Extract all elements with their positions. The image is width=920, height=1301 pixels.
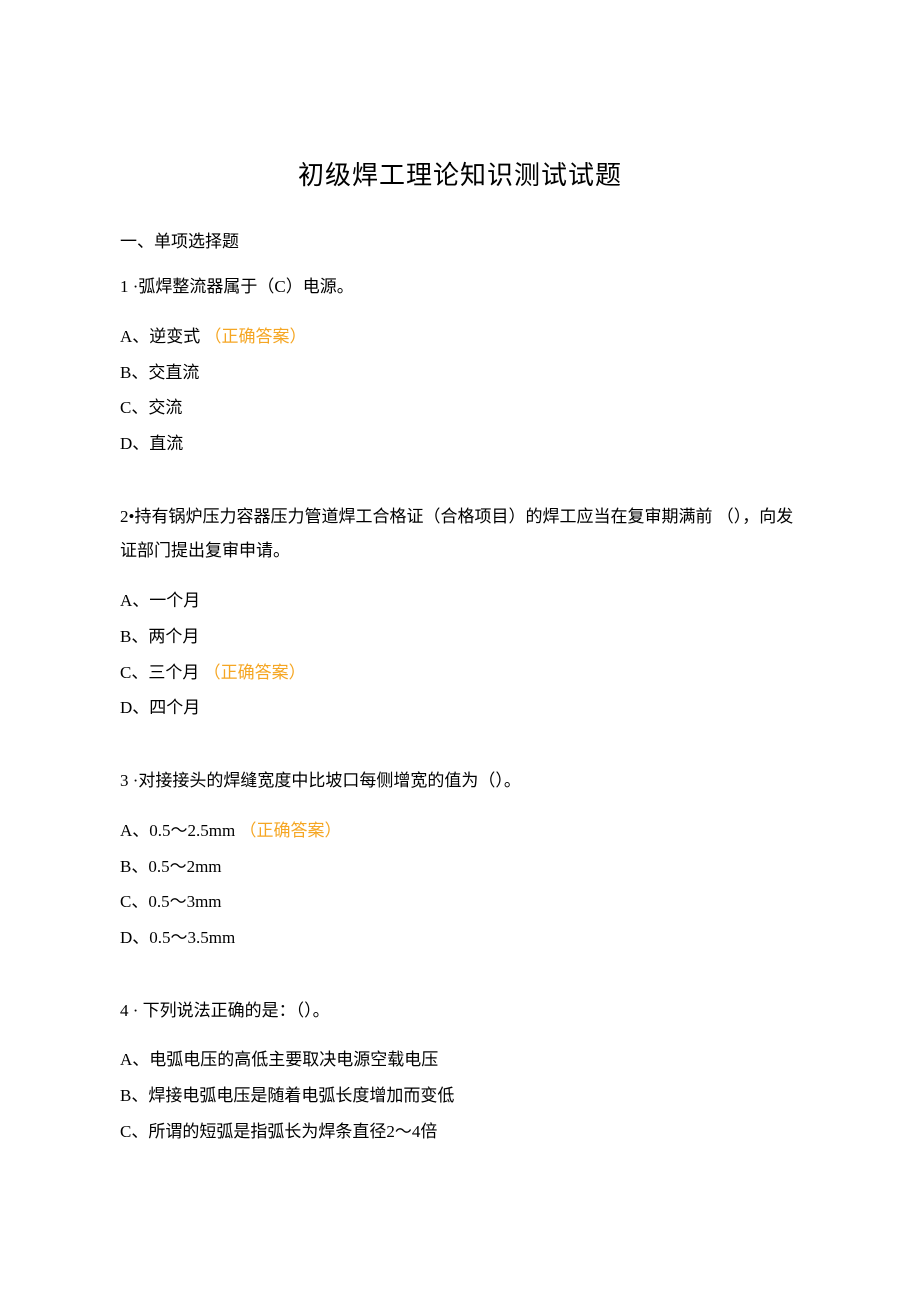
correct-answer-marker: （正确答案） (204, 663, 306, 682)
option-a: A、电弧电压的高低主要取决电源空载电压 (120, 1042, 800, 1078)
option-d: D、直流 (120, 426, 800, 462)
option-b: B、交直流 (120, 355, 800, 391)
option-a: A、0.5～2.5mm （正确答案） (120, 813, 800, 849)
question-text: 3 ·对接接头的焊缝宽度中比坡口每侧增宽的值为（）。 (120, 764, 800, 799)
option-label: C、交流 (120, 398, 182, 417)
option-label: D、0.5～3.5mm (120, 928, 235, 947)
option-c: C、0.5～3mm (120, 884, 800, 920)
question-text: 1 ·弧焊整流器属于（C）电源。 (120, 270, 800, 305)
question-block: 4 · 下列说法正确的是：（）。 A、电弧电压的高低主要取决电源空载电压 B、焊… (120, 994, 800, 1150)
option-a: A、一个月 (120, 583, 800, 619)
page-title: 初级焊工理论知识测试试题 (120, 155, 800, 192)
correct-answer-marker: （正确答案） (205, 327, 307, 346)
question-block: 1 ·弧焊整流器属于（C）电源。 A、逆变式 （正确答案） B、交直流 C、交流… (120, 270, 800, 462)
option-label: A、逆变式 (120, 327, 200, 346)
option-d: D、0.5～3.5mm (120, 920, 800, 956)
section-heading: 一、单项选择题 (120, 227, 800, 252)
option-d: D、四个月 (120, 690, 800, 726)
option-b: B、焊接电弧电压是随着电弧长度增加而变低 (120, 1078, 800, 1114)
option-b: B、两个月 (120, 619, 800, 655)
option-a: A、逆变式 （正确答案） (120, 319, 800, 355)
option-c: C、所谓的短弧是指弧长为焊条直径2～4倍 (120, 1114, 800, 1150)
option-label: C、三个月 (120, 663, 199, 682)
correct-answer-marker: （正确答案） (239, 821, 341, 840)
option-label: C、0.5～3mm (120, 892, 222, 911)
option-label: C、所谓的短弧是指弧长为焊条直径2～4倍 (120, 1122, 437, 1141)
option-label: B、两个月 (120, 627, 199, 646)
question-text: 2•持有锅炉压力容器压力管道焊工合格证（合格项目）的焊工应当在复审期满前 （），… (120, 500, 800, 570)
option-c: C、交流 (120, 390, 800, 426)
option-c: C、三个月 （正确答案） (120, 655, 800, 691)
question-block: 3 ·对接接头的焊缝宽度中比坡口每侧增宽的值为（）。 A、0.5～2.5mm （… (120, 764, 800, 956)
option-label: B、焊接电弧电压是随着电弧长度增加而变低 (120, 1086, 454, 1105)
option-label: B、0.5～2mm (120, 857, 222, 876)
option-label: A、电弧电压的高低主要取决电源空载电压 (120, 1050, 438, 1069)
option-label: A、一个月 (120, 591, 200, 610)
option-label: D、直流 (120, 434, 183, 453)
option-label: A、0.5～2.5mm (120, 821, 235, 840)
question-text: 4 · 下列说法正确的是：（）。 (120, 994, 800, 1029)
option-label: D、四个月 (120, 698, 200, 717)
question-block: 2•持有锅炉压力容器压力管道焊工合格证（合格项目）的焊工应当在复审期满前 （），… (120, 500, 800, 726)
option-label: B、交直流 (120, 363, 199, 382)
option-b: B、0.5～2mm (120, 849, 800, 885)
